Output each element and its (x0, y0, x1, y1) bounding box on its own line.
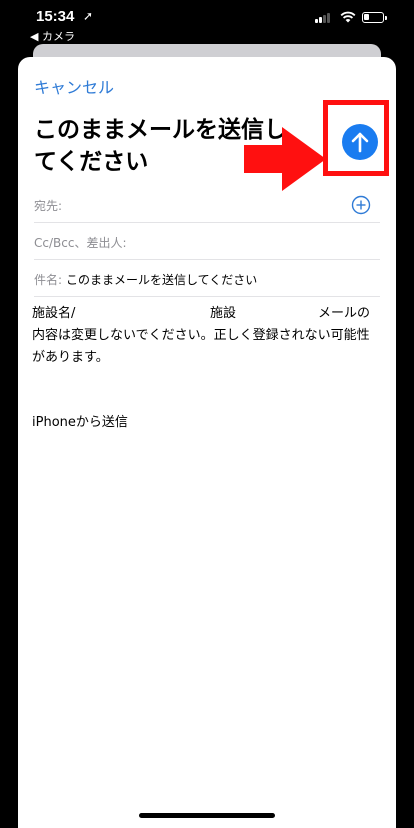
battery-icon (362, 12, 387, 23)
home-indicator[interactable] (139, 813, 275, 818)
wifi-icon (340, 11, 356, 23)
mail-compose-sheet: キャンセル このままメールを送信してください 宛先: Cc/Bcc、差出人: 件… (18, 57, 396, 828)
cancel-button[interactable]: キャンセル (34, 74, 114, 98)
body-text-facility: 施設 (210, 306, 237, 321)
plus-circle-icon[interactable] (351, 195, 371, 215)
arrow-up-icon (351, 132, 369, 153)
location-arrow-icon: ➚ (83, 9, 94, 23)
send-button[interactable] (342, 124, 378, 160)
subject-value: このままメールを送信してください (66, 273, 258, 287)
body-text-facility-name: 施設名/ (32, 306, 76, 321)
cc-bcc-label: Cc/Bcc、差出人: (34, 236, 127, 250)
body-line-1: 施設名/ 施設 メールの (32, 303, 382, 325)
mail-body[interactable]: 施設名/ 施設 メールの 内容は変更しないでください。正しく登録されない可能性が… (32, 303, 382, 369)
status-time: 15:34 (36, 8, 75, 25)
body-text-mail: メールの (318, 306, 371, 321)
status-bar: 15:34 ➚ ◀ カメラ (0, 0, 414, 44)
subject-field[interactable]: 件名: このままメールを送信してください (34, 260, 380, 297)
back-to-app-link[interactable]: ◀ カメラ (30, 28, 75, 44)
to-label: 宛先: (34, 199, 63, 213)
mail-signature: iPhoneから送信 (32, 415, 128, 430)
body-line-2: 内容は変更しないでください。正しく登録されない可能性があります。 (32, 328, 370, 365)
subject-label: 件名: (34, 273, 63, 287)
red-arrow-annotation (244, 127, 326, 191)
cellular-signal-icon (315, 12, 333, 23)
to-field[interactable]: 宛先: (34, 186, 380, 223)
cc-bcc-from-field[interactable]: Cc/Bcc、差出人: (34, 223, 380, 260)
